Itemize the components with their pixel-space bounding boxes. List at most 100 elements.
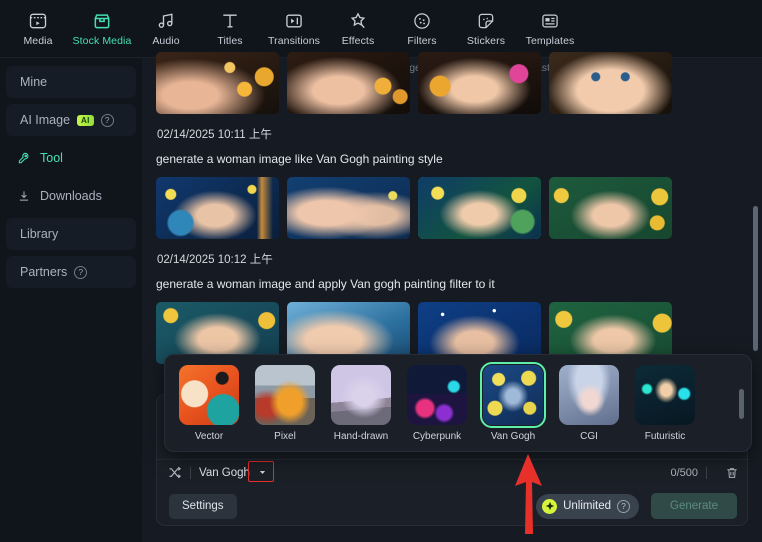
toolbar-item-filters[interactable]: Filters <box>390 3 454 55</box>
toolbar-item-audio[interactable]: Audio <box>134 3 198 55</box>
style-label: Cyberpunk <box>412 431 462 442</box>
audio-icon <box>155 10 177 32</box>
thumbnail-image[interactable] <box>549 177 672 239</box>
thumbnail-image[interactable] <box>156 177 279 239</box>
main-panel: You can browse the generated records for… <box>142 52 762 542</box>
divider <box>706 466 707 479</box>
toolbar-label: Titles <box>217 35 243 47</box>
trash-icon[interactable] <box>725 466 739 480</box>
style-option-van-gogh[interactable]: Van Gogh <box>480 362 546 442</box>
style-label: Pixel <box>274 431 296 442</box>
generate-label: Generate <box>670 500 718 512</box>
unlimited-label: Unlimited <box>563 500 611 512</box>
style-option-cgi[interactable]: CGI <box>557 365 621 442</box>
top-toolbar: Media Stock Media Audio Titles Transitio… <box>0 0 762 58</box>
sidebar-item-ai-image[interactable]: AI Image AI ? <box>6 104 136 136</box>
thumbnail-image[interactable] <box>287 177 410 239</box>
toolbar-item-stickers[interactable]: Stickers <box>454 3 518 55</box>
style-picker-popup: Vector Pixel Hand-drawn Cyberpunk Van Go… <box>164 354 752 452</box>
sidebar-item-label: Library <box>20 227 59 241</box>
toolbar-item-transitions[interactable]: Transitions <box>262 3 326 55</box>
record-timestamp: 02/14/2025 10:11 上午 <box>157 129 272 141</box>
thumbnail-image[interactable] <box>287 52 410 114</box>
composer-actions: Settings Unlimited ? Generate <box>157 485 749 527</box>
toolbar-label: Stickers <box>466 35 506 47</box>
wrench-icon <box>16 150 32 166</box>
sidebar-item-label: Mine <box>20 75 48 89</box>
filters-icon <box>411 10 433 32</box>
style-thumbnail <box>331 365 391 425</box>
help-icon[interactable]: ? <box>100 113 114 127</box>
sidebar-item-tool[interactable]: Tool <box>6 142 136 174</box>
unlimited-badge[interactable]: Unlimited ? <box>536 493 639 519</box>
settings-label: Settings <box>182 500 224 512</box>
stock-media-icon <box>91 10 113 32</box>
toolbar-item-stock-media[interactable]: Stock Media <box>70 3 134 55</box>
toolbar-label: Audio <box>152 35 180 47</box>
toolbar-item-titles[interactable]: Titles <box>198 3 262 55</box>
records-feed: 02/14/2025 10:11 上午 generate a woman ima… <box>142 52 762 364</box>
titles-icon <box>219 10 241 32</box>
style-thumbnail <box>480 362 546 428</box>
transitions-icon <box>283 10 305 32</box>
sidebar-item-label: Downloads <box>40 189 102 203</box>
sidebar-item-library[interactable]: Library <box>6 218 136 250</box>
record-prompt: generate a woman image like Van Gogh pai… <box>156 152 443 166</box>
chevron-down-icon <box>260 471 266 474</box>
sidebar-item-label: AI Image <box>20 113 71 127</box>
sidebar-item-partners[interactable]: Partners ? <box>6 256 136 288</box>
media-icon <box>27 10 49 32</box>
stickers-icon <box>475 10 497 32</box>
style-thumbnail <box>179 365 239 425</box>
toolbar-label: Filters <box>407 35 437 47</box>
settings-button[interactable]: Settings <box>169 493 237 519</box>
help-icon[interactable]: ? <box>74 265 88 279</box>
toolbar-label: Transitions <box>267 35 321 47</box>
style-thumbnail <box>255 365 315 425</box>
thumbnail-image[interactable] <box>156 52 279 114</box>
toolbar-item-templates[interactable]: Templates <box>518 3 582 55</box>
toolbar-label: Stock Media <box>72 35 132 47</box>
shuffle-icon[interactable] <box>167 465 182 480</box>
style-label: Hand-drawn <box>333 431 389 442</box>
style-thumbnail <box>559 365 619 425</box>
record-prompt: generate a woman image and apply Van gog… <box>156 277 495 291</box>
style-label: Van Gogh <box>490 431 536 442</box>
ai-badge: AI <box>77 114 94 126</box>
style-picker-scrollbar[interactable] <box>739 389 744 419</box>
sidebar-item-downloads[interactable]: Downloads <box>6 180 136 212</box>
sidebar-item-label: Partners <box>20 265 68 279</box>
generate-button[interactable]: Generate <box>651 493 737 519</box>
thumbnail-image-selected[interactable] <box>418 177 541 239</box>
toolbar-item-media[interactable]: Media <box>6 3 70 55</box>
style-option-hand-drawn[interactable]: Hand-drawn <box>329 365 393 442</box>
composer-chip-bar: Van Gogh 0/500 <box>157 459 749 485</box>
selected-style-label: Van Gogh <box>199 466 250 479</box>
toolbar-label: Templates <box>525 35 575 47</box>
app-window: Media Stock Media Audio Titles Transitio… <box>0 0 762 542</box>
effects-icon <box>347 10 369 32</box>
main-scrollbar[interactable] <box>753 206 758 351</box>
record-timestamp: 02/14/2025 10:12 上午 <box>157 254 273 266</box>
sidebar: Mine AI Image AI ? Tool Downloads Librar… <box>0 58 142 542</box>
thumbnail-image[interactable] <box>418 52 541 114</box>
toolbar-label: Media <box>23 35 53 47</box>
style-option-pixel[interactable]: Pixel <box>253 365 317 442</box>
style-dropdown-button[interactable] <box>247 460 274 482</box>
help-icon[interactable]: ? <box>617 499 630 513</box>
style-label: Vector <box>194 431 224 442</box>
char-counter: 0/500 <box>670 466 698 479</box>
divider <box>190 466 191 479</box>
toolbar-item-effects[interactable]: Effects <box>326 3 390 55</box>
style-label: Futuristic <box>644 431 686 442</box>
style-option-cyberpunk[interactable]: Cyberpunk <box>405 365 469 442</box>
download-icon <box>16 188 32 204</box>
thumbnail-row <box>156 177 748 239</box>
thumbnail-image[interactable] <box>549 52 672 114</box>
style-option-futuristic[interactable]: Futuristic <box>633 365 697 442</box>
style-thumbnail <box>407 365 467 425</box>
sidebar-item-mine[interactable]: Mine <box>6 66 136 98</box>
sidebar-item-label: Tool <box>40 151 63 165</box>
thumbnail-row <box>156 52 748 114</box>
style-option-vector[interactable]: Vector <box>177 365 241 442</box>
